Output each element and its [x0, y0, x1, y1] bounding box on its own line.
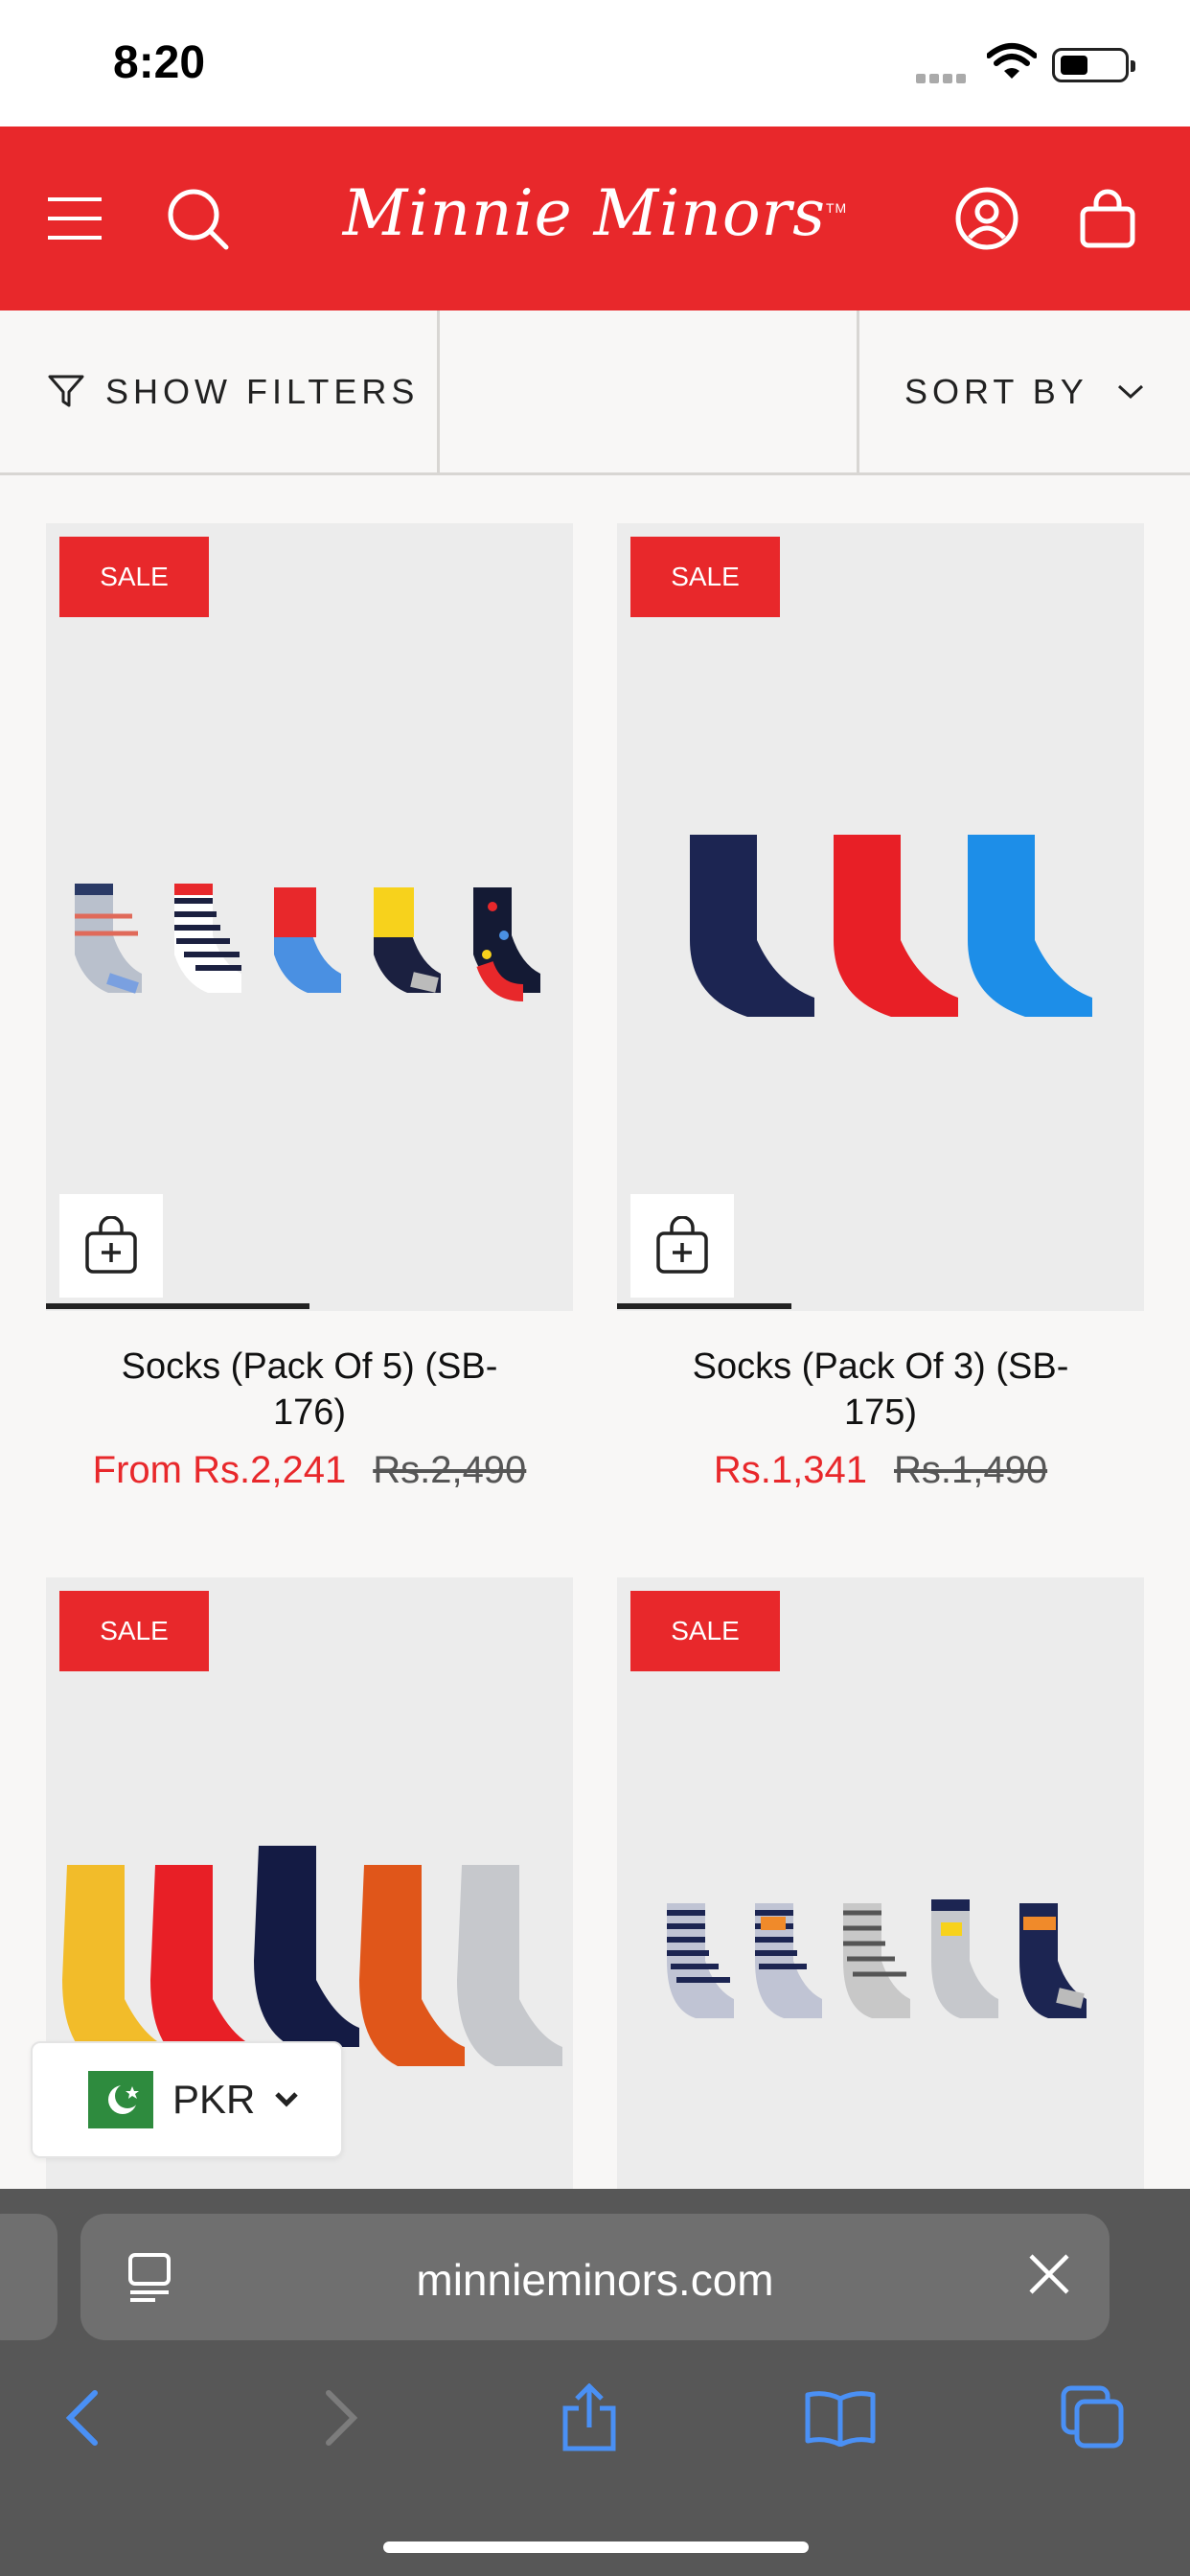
add-to-bag-icon: [656, 1216, 708, 1274]
product-title-line: 175): [843, 1392, 918, 1433]
pakistan-flag-icon: [67, 2071, 153, 2128]
product-title-line: Socks (Pack Of 5) (SB-: [121, 1346, 498, 1387]
status-bar: 8:20: [0, 0, 1190, 126]
compare-price: Rs.1,490: [894, 1449, 1048, 1491]
cart-icon[interactable]: [1073, 184, 1142, 253]
product-title[interactable]: Socks (Pack Of 3) (SB- 175): [617, 1344, 1144, 1436]
filter-icon: [48, 375, 84, 407]
product-price: Rs.1,341 Rs.1,490: [617, 1449, 1144, 1492]
tabs-button[interactable]: [1050, 2375, 1136, 2461]
sale-badge: SALE: [59, 537, 209, 617]
battery-icon: [1052, 48, 1135, 82]
forward-button[interactable]: [297, 2375, 383, 2461]
account-icon[interactable]: [952, 184, 1021, 253]
add-to-bag-button[interactable]: [59, 1194, 163, 1298]
url-text: minnieminors.com: [416, 2255, 774, 2305]
sale-badge: SALE: [630, 537, 780, 617]
add-to-bag-button[interactable]: [630, 1194, 734, 1298]
status-time: 8:20: [113, 37, 206, 88]
address-bar[interactable]: minnieminors.com: [80, 2214, 1110, 2340]
cellular-signal-icon: [916, 71, 972, 83]
sort-by-label: SORT BY: [904, 372, 1088, 411]
compare-price: Rs.2,490: [373, 1449, 527, 1491]
currency-selector[interactable]: PKR: [31, 2041, 343, 2158]
divider: [857, 310, 859, 475]
currency-code: PKR: [172, 2077, 256, 2122]
sale-badge: SALE: [630, 1591, 780, 1671]
back-button[interactable]: [40, 2375, 126, 2461]
chevron-down-icon: [275, 2092, 299, 2107]
show-filters-label: SHOW FILTERS: [105, 372, 420, 411]
tabs-icon: [1061, 2385, 1124, 2449]
product-price: From Rs.2,241 Rs.2,490: [46, 1449, 573, 1492]
filter-bar: SHOW FILTERS SORT BY: [0, 310, 1190, 475]
image-gallery-progress: [617, 1303, 791, 1309]
sort-by-dropdown[interactable]: SORT BY: [904, 372, 1144, 412]
product-title[interactable]: Socks (Pack Of 5) (SB- 176): [46, 1344, 573, 1436]
product-image[interactable]: [617, 523, 1144, 1311]
previous-tab-preview[interactable]: [0, 2214, 57, 2340]
image-gallery-progress: [46, 1303, 309, 1309]
product-image[interactable]: [46, 523, 573, 1311]
product-title-line: Socks (Pack Of 3) (SB-: [692, 1346, 1069, 1387]
back-icon: [65, 2390, 98, 2446]
sale-badge: SALE: [59, 1591, 209, 1671]
divider: [437, 310, 440, 475]
close-icon[interactable]: [1027, 2252, 1071, 2296]
brand-name: Minnie Minors: [342, 176, 826, 250]
home-indicator: [383, 2542, 809, 2553]
forward-icon: [326, 2390, 358, 2446]
sale-price: From Rs.2,241: [92, 1449, 347, 1491]
add-to-bag-icon: [85, 1216, 137, 1274]
chevron-down-icon: [1117, 384, 1143, 400]
share-icon: [562, 2383, 616, 2451]
show-filters-button[interactable]: SHOW FILTERS: [48, 372, 419, 412]
browser-chrome: minnieminors.com: [0, 2189, 1190, 2576]
site-header: Minnie MinorsTM: [0, 126, 1190, 310]
sale-price: Rs.1,341: [713, 1449, 867, 1491]
product-title-line: 176): [272, 1392, 347, 1433]
bookmarks-icon: [805, 2391, 876, 2447]
share-button[interactable]: [546, 2375, 632, 2461]
wifi-icon: [987, 43, 1037, 79]
trademark-mark: TM: [825, 200, 848, 216]
bookmarks-button[interactable]: [797, 2375, 883, 2461]
